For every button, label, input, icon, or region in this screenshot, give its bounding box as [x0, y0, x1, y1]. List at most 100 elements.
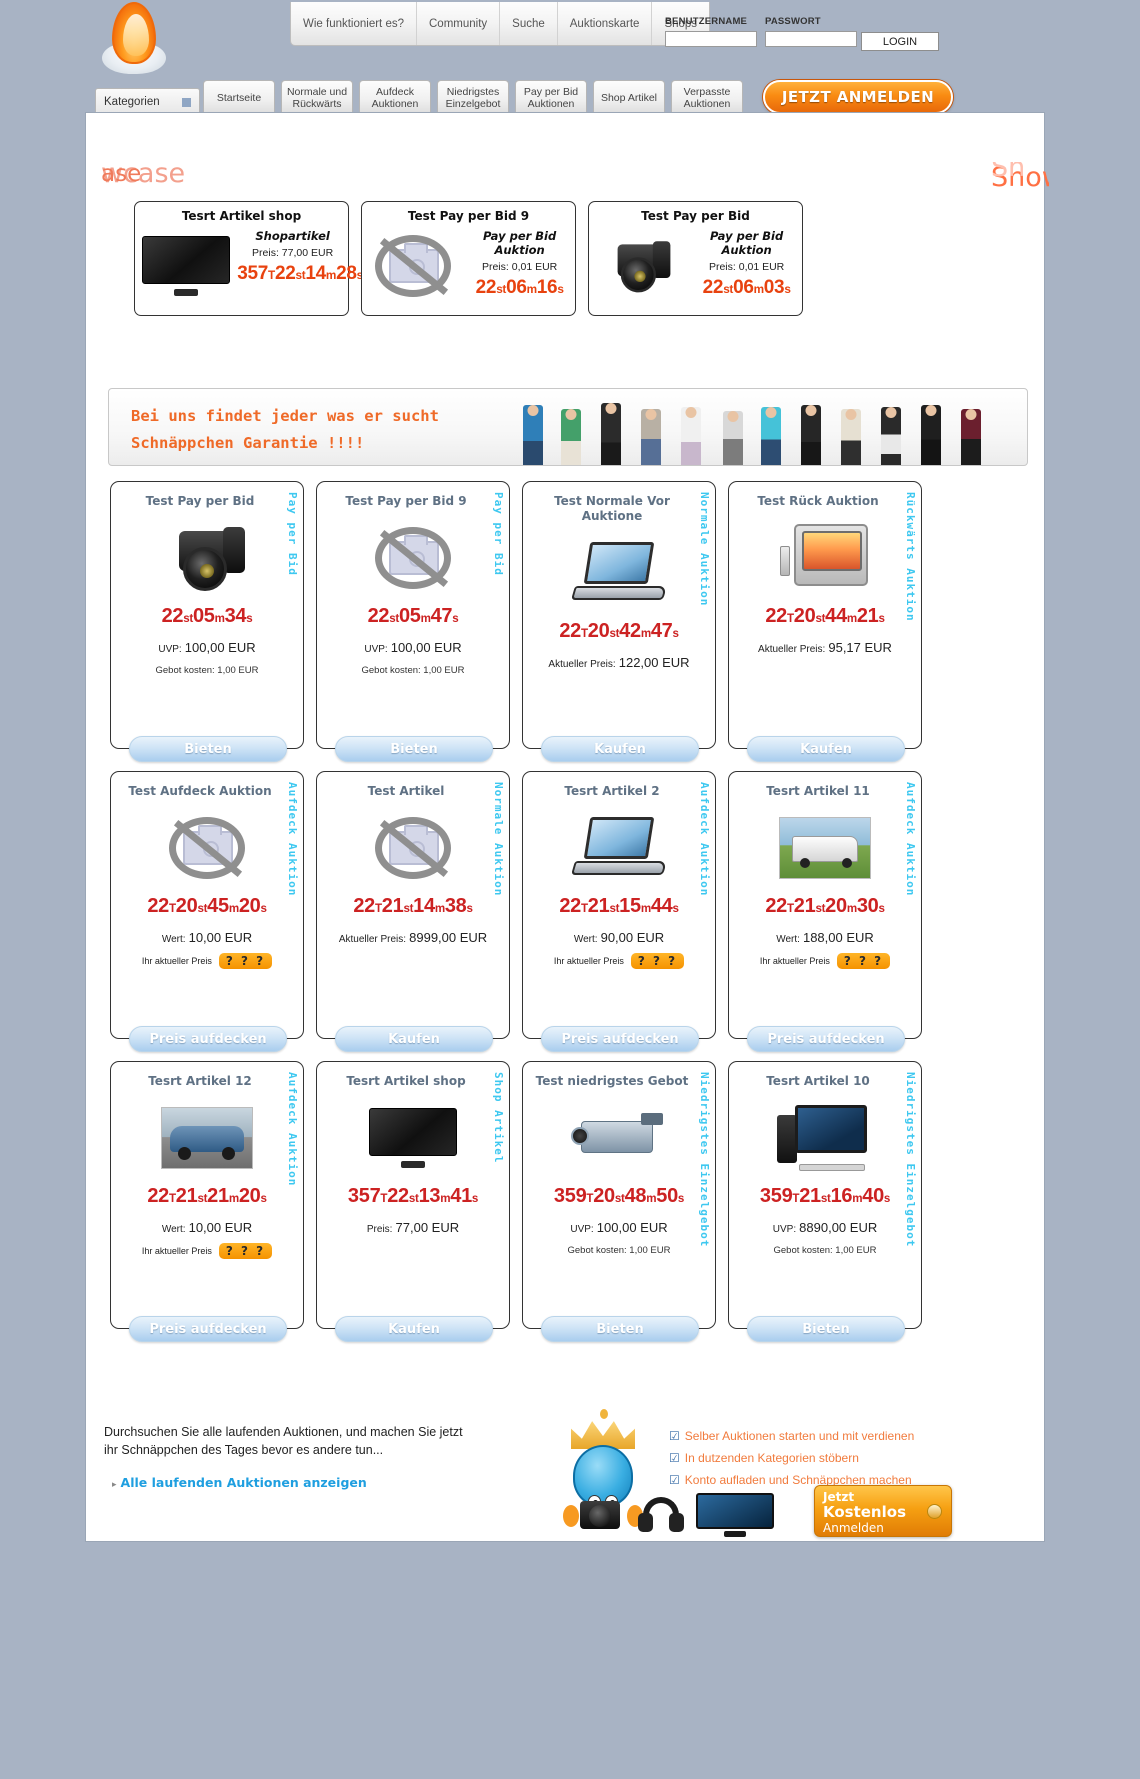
- promo-line-2: Schnäppchen Garantie !!!!: [131, 434, 365, 453]
- product-title: Test Aufdeck Auktion: [128, 784, 272, 798]
- product-row: Test Aufdeck Auktion Aufdeck Auktion 22T…: [104, 771, 1032, 1061]
- password-input[interactable]: [765, 30, 857, 47]
- reveal-price-button[interactable]: Preis aufdecken: [129, 1316, 287, 1342]
- product-price: Wert: 90,00 EUR: [523, 930, 715, 945]
- tab-pay-per-bid[interactable]: Pay per Bid Auktionen: [515, 80, 587, 115]
- price-value: 90,00 EUR: [600, 930, 665, 945]
- price-label: Preis:: [366, 1224, 393, 1235]
- reveal-price-button[interactable]: Preis aufdecken: [747, 1026, 905, 1052]
- login-button[interactable]: LOGIN: [861, 32, 939, 51]
- price-value: 100,00 EUR: [596, 1220, 668, 1235]
- price-label: Wert:: [161, 934, 186, 945]
- auction-type-label: Aufdeck Auktion: [904, 782, 917, 897]
- product-card[interactable]: Tesrt Artikel 2 Aufdeck Auktion 22T21st1…: [522, 771, 716, 1052]
- free-register-button[interactable]: Jetzt Kostenlos Anmelden: [814, 1485, 952, 1537]
- username-label: BENUTZERNAME: [665, 16, 748, 27]
- dslr-image: [111, 515, 303, 601]
- tab-normale-rueckwaerts[interactable]: Normale und Rückwärts: [281, 80, 353, 115]
- reveal-price-button[interactable]: Preis aufdecken: [129, 1026, 287, 1052]
- showcase-card-price: Preis: 0,01 EUR: [708, 261, 785, 273]
- promo-banner: Bei uns findet jeder was er sucht Schnäp…: [108, 388, 1028, 466]
- product-title: Tesrt Artikel 10: [766, 1074, 870, 1088]
- topnav-item-community[interactable]: Community: [417, 2, 501, 45]
- footer-description: Durchsuchen Sie alle laufenden Auktionen…: [104, 1425, 463, 1458]
- price-value: 100,00 EUR: [184, 640, 256, 655]
- crt-tv-image: [729, 515, 921, 601]
- register-line-2: Kostenlos: [823, 1503, 906, 1521]
- countdown-timer: 357T22st14m28s: [237, 263, 363, 284]
- auction-type-label: Aufdeck Auktion: [698, 782, 711, 897]
- topnav-item-search[interactable]: Suche: [500, 2, 558, 45]
- product-title: Test niedrigstes Gebot: [535, 1074, 689, 1088]
- product-card[interactable]: Tesrt Artikel 10 Niedrigstes Einzelgebot…: [728, 1061, 922, 1342]
- car-image: [111, 1095, 303, 1181]
- showcase-title-right: Sh Showc: [991, 162, 1049, 193]
- tab-shop-artikel[interactable]: Shop Artikel: [593, 80, 665, 115]
- product-price: UVP: 100,00 EUR: [523, 1220, 715, 1235]
- all-auctions-link[interactable]: ▸ Alle laufenden Auktionen anzeigen: [112, 1475, 367, 1490]
- product-card[interactable]: Test niedrigstes Gebot Niedrigstes Einze…: [522, 1061, 716, 1342]
- showcase-card[interactable]: Test Pay per Bid 9 Pay per Bid Auktion P…: [361, 201, 576, 316]
- crown-icon: [571, 1421, 635, 1449]
- benefit-item: ☑ Selber Auktionen starten und mit verdie…: [669, 1429, 914, 1443]
- tab-aufdeck-auktionen[interactable]: Aufdeck Auktionen: [359, 80, 431, 115]
- product-card[interactable]: Test Pay per Bid 9 Pay per Bid 22st05m47…: [316, 481, 510, 762]
- countdown-timer: 22T20st45m20s: [147, 895, 267, 917]
- countdown-timer: 22st05m47s: [367, 605, 459, 627]
- tab-startseite[interactable]: Startseite: [203, 80, 275, 115]
- product-card[interactable]: Test Aufdeck Auktion Aufdeck Auktion 22T…: [110, 771, 304, 1052]
- auction-type-label: Aufdeck Auktion: [286, 782, 299, 897]
- main-tab-bar: Kategorien Startseite Normale und Rückwä…: [95, 76, 1045, 115]
- product-card[interactable]: Tesrt Artikel shop Shop Artikel 357T22st…: [316, 1061, 510, 1342]
- price-label: UVP:: [364, 644, 388, 655]
- auction-type-label: Pay per Bid: [286, 492, 299, 576]
- login-area: BENUTZERNAME PASSWORT LOGIN: [665, 0, 940, 51]
- no-image-icon: [317, 805, 509, 891]
- price-label: Aktueller Preis:: [338, 934, 407, 945]
- bid-cost: Gebot kosten: 1,00 EUR: [155, 665, 259, 676]
- showcase-card[interactable]: Tesrt Artikel shop Shopartikel Preis: 77…: [134, 201, 363, 316]
- product-card[interactable]: Tesrt Artikel 12 Aufdeck Auktion 22T21st…: [110, 1061, 304, 1342]
- reveal-price-button[interactable]: Preis aufdecken: [541, 1026, 699, 1052]
- bid-button[interactable]: Bieten: [747, 1316, 905, 1342]
- product-title: Test Normale Vor Auktione: [554, 494, 670, 523]
- showcase-title-left: wcase ase: [101, 158, 185, 189]
- tab-verpasste-auktionen[interactable]: Verpasste Auktionen: [671, 80, 743, 115]
- price-value: 10,00 EUR: [188, 930, 253, 945]
- auction-type-label: Niedrigstes Einzelgebot: [904, 1072, 917, 1248]
- showcase-card[interactable]: Test Pay per Bid Pay per Bid Auktion Pre…: [588, 201, 803, 316]
- product-card[interactable]: Test Normale Vor Auktione Normale Auktio…: [522, 481, 716, 762]
- product-card[interactable]: Test Rück Auktion Rückwärts Auktion 22T2…: [728, 481, 922, 762]
- categories-dropdown[interactable]: Kategorien: [95, 88, 200, 115]
- countdown-timer: 22T21st14m38s: [353, 895, 473, 917]
- price-label: UVP:: [570, 1224, 594, 1235]
- bid-button[interactable]: Bieten: [541, 1316, 699, 1342]
- buy-button[interactable]: Kaufen: [747, 736, 905, 762]
- register-now-button[interactable]: JETZT ANMELDEN: [763, 80, 953, 114]
- headphones-icon: [636, 1495, 686, 1533]
- auction-type-label: Pay per Bid: [492, 492, 505, 576]
- laptop-image: [523, 805, 715, 891]
- product-title: Tesrt Artikel 2: [564, 784, 660, 798]
- bid-button[interactable]: Bieten: [129, 736, 287, 762]
- auction-type-label: Normale Auktion: [698, 492, 711, 607]
- product-card[interactable]: Test Pay per Bid Pay per Bid 22st05m34s …: [110, 481, 304, 762]
- topnav-item-auctionmap[interactable]: Auktionskarte: [558, 2, 653, 45]
- auction-type-label: Niedrigstes Einzelgebot: [698, 1072, 711, 1248]
- benefit-label: Selber Auktionen starten und mit verdien…: [684, 1429, 915, 1443]
- topnav-item-how[interactable]: Wie funktioniert es?: [291, 2, 417, 45]
- showcase-title-right-back: Sh: [991, 162, 1026, 183]
- password-field-group: PASSWORT: [765, 16, 857, 47]
- buy-button[interactable]: Kaufen: [335, 1316, 493, 1342]
- product-card[interactable]: Tesrt Artikel 11 Aufdeck Auktion 22T21st…: [728, 771, 922, 1052]
- site-logo[interactable]: [95, 2, 173, 78]
- reveal-price-label: Ihr aktueller Preis: [759, 956, 830, 966]
- username-input[interactable]: [665, 30, 757, 47]
- tab-niedrigstes-einzelgebot[interactable]: Niedrigstes Einzelgebot: [437, 80, 509, 115]
- product-card[interactable]: Test Artikel Normale Auktion 22T21st14m3…: [316, 771, 510, 1052]
- bid-button[interactable]: Bieten: [335, 736, 493, 762]
- buy-button[interactable]: Kaufen: [335, 1026, 493, 1052]
- showcase-title-left-front: ase: [101, 161, 142, 187]
- no-image-icon: [362, 227, 464, 305]
- buy-button[interactable]: Kaufen: [541, 736, 699, 762]
